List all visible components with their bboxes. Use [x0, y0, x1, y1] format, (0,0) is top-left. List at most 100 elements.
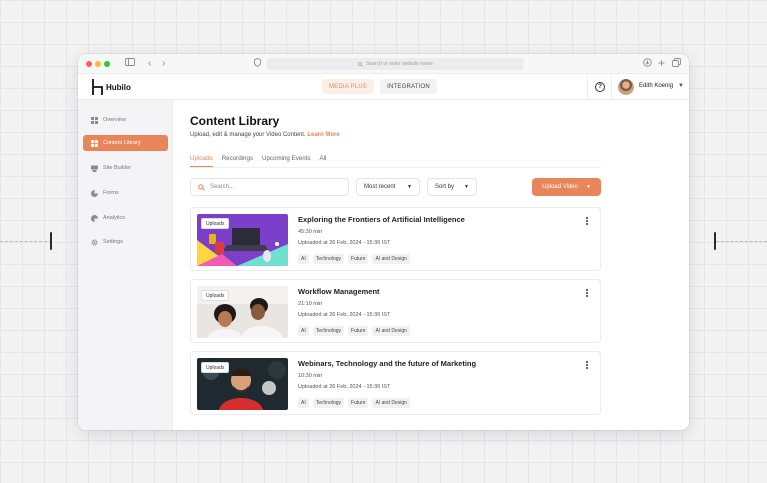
- help-icon[interactable]: ?: [595, 82, 605, 92]
- search-icon: [358, 61, 363, 67]
- video-upload-date: Uploaded at 26 Feb, 2024 - 15:36 IST: [298, 312, 391, 318]
- site-builder-icon: [91, 165, 98, 172]
- tag: Technology: [312, 398, 345, 408]
- address-bar[interactable]: Search or enter website name: [267, 58, 524, 70]
- guide-line-left: [0, 241, 52, 242]
- tag: AI: [298, 254, 309, 264]
- grid-icon: [91, 116, 98, 124]
- video-thumbnail[interactable]: Uploads: [197, 214, 288, 266]
- sidebar-item-forms[interactable]: Forms: [83, 185, 168, 201]
- tag: AI and Design: [372, 398, 410, 408]
- video-title[interactable]: Workflow Management: [298, 287, 380, 296]
- chevron-down-icon: ▼: [464, 184, 469, 190]
- close-window-button[interactable]: [86, 61, 92, 67]
- hubilo-logo[interactable]: Hubilo: [92, 79, 131, 95]
- address-placeholder: Search or enter website name: [366, 61, 433, 67]
- sidebar-toggle-icon[interactable]: [125, 57, 135, 71]
- video-title[interactable]: Exploring the Frontiers of Artificial In…: [298, 215, 465, 224]
- library-icon: [91, 139, 98, 147]
- sidebar-item-analytics[interactable]: Analytics: [83, 210, 168, 226]
- sidebar-item-label: Overview: [103, 117, 126, 123]
- upload-video-button[interactable]: Upload Video ▼: [532, 178, 601, 196]
- gear-icon: [91, 239, 98, 245]
- drag-handle-left[interactable]: [50, 232, 52, 250]
- browser-chrome: ‹ › Search or enter website name +: [78, 54, 689, 74]
- learn-more-link[interactable]: Learn More: [307, 132, 339, 138]
- tab-all[interactable]: All: [320, 155, 327, 167]
- page-subtitle: Upload, edit & manage your Video Content…: [190, 132, 340, 138]
- tag: AI and Design: [372, 326, 410, 336]
- tag: Future: [348, 398, 369, 408]
- sidebar-item-label: Content Library: [103, 140, 141, 146]
- sidebar-item-site-builder[interactable]: Site Builder: [83, 160, 168, 176]
- sidebar-item-overview[interactable]: Overview: [83, 112, 168, 128]
- tag: Technology: [312, 254, 345, 264]
- select-value: Most recent: [364, 184, 396, 190]
- minimize-window-button[interactable]: [95, 61, 101, 67]
- user-name[interactable]: Edith Koenig: [639, 83, 673, 89]
- tag: Future: [348, 254, 369, 264]
- tab-uploads[interactable]: Uploads: [190, 155, 213, 167]
- maximize-window-button[interactable]: [104, 61, 110, 67]
- sidebar-item-settings[interactable]: Settings: [83, 234, 168, 250]
- integration-button[interactable]: INTEGRATION: [380, 79, 437, 94]
- upload-video-label: Upload Video: [542, 184, 578, 190]
- new-tab-icon[interactable]: +: [658, 56, 665, 70]
- video-card[interactable]: Uploads Exploring the Frontiers of Artif…: [190, 207, 601, 271]
- more-options-icon[interactable]: [586, 217, 588, 226]
- content-tabs: Uploads Recordings Upcoming Events All: [190, 155, 335, 167]
- more-options-icon[interactable]: [586, 361, 588, 370]
- subtitle-text: Upload, edit & manage your Video Content…: [190, 132, 306, 138]
- tag: AI: [298, 398, 309, 408]
- search-input[interactable]: Search...: [190, 178, 349, 196]
- media-plus-button[interactable]: MEDIA PLUS: [322, 79, 374, 94]
- drag-handle-right[interactable]: [714, 232, 716, 250]
- tag: Technology: [312, 326, 345, 336]
- sidebar-item-label: Forms: [103, 190, 119, 196]
- video-duration: 21:10 min: [298, 301, 323, 307]
- privacy-shield-icon: [254, 58, 261, 72]
- uploads-badge: Uploads: [201, 218, 230, 229]
- guide-line-right: [716, 241, 767, 242]
- search-placeholder: Search...: [210, 184, 235, 190]
- video-tags: AI Technology Future AI and Design: [298, 254, 410, 264]
- page-title: Content Library: [190, 114, 280, 128]
- sort-by-select[interactable]: Sort by ▼: [427, 178, 477, 196]
- forms-icon: [91, 189, 98, 197]
- sidebar-item-content-library[interactable]: Content Library: [83, 135, 168, 151]
- video-card[interactable]: Uploads Webinars, Technology and the fut…: [190, 351, 601, 415]
- video-card[interactable]: Uploads Workflow Management 21:10 min Up…: [190, 279, 601, 343]
- more-options-icon[interactable]: [586, 289, 588, 298]
- chevron-down-icon[interactable]: ▼: [678, 83, 684, 89]
- chevron-down-icon: ▼: [407, 184, 412, 190]
- search-icon: [198, 183, 205, 191]
- tabs-divider: [190, 167, 601, 168]
- video-upload-date: Uploaded at 26 Feb, 2024 - 15:36 IST: [298, 240, 391, 246]
- uploads-badge: Uploads: [201, 362, 230, 373]
- video-duration: 10:30 min: [298, 373, 323, 379]
- video-thumbnail[interactable]: Uploads: [197, 286, 288, 338]
- app-header: Hubilo MEDIA PLUS INTEGRATION ? Edith Ko…: [78, 74, 689, 100]
- tabs-overview-icon[interactable]: [672, 58, 681, 72]
- most-recent-select[interactable]: Most recent ▼: [356, 178, 420, 196]
- tag: Future: [348, 326, 369, 336]
- video-title[interactable]: Webinars, Technology and the future of M…: [298, 359, 476, 368]
- tab-upcoming-events[interactable]: Upcoming Events: [262, 155, 311, 167]
- tab-recordings[interactable]: Recordings: [222, 155, 253, 167]
- header-divider: [587, 74, 588, 100]
- video-upload-date: Uploaded at 26 Feb, 2024 - 15:36 IST: [298, 384, 391, 390]
- tag: AI and Design: [372, 254, 410, 264]
- main-content: Content Library Upload, edit & manage yo…: [174, 100, 689, 430]
- video-duration: 45:30 min: [298, 229, 323, 235]
- avatar[interactable]: [618, 79, 634, 95]
- video-thumbnail[interactable]: Uploads: [197, 358, 288, 410]
- sidebar-item-label: Site Builder: [103, 165, 132, 171]
- video-tags: AI Technology Future AI and Design: [298, 398, 410, 408]
- header-divider: [611, 74, 612, 100]
- tag: AI: [298, 326, 309, 336]
- back-icon[interactable]: ‹: [148, 57, 151, 71]
- download-icon[interactable]: [643, 58, 652, 72]
- sidebar: Overview Content Library Site Builder Fo…: [78, 100, 173, 430]
- sidebar-item-label: Settings: [103, 239, 123, 245]
- forward-icon[interactable]: ›: [162, 57, 165, 71]
